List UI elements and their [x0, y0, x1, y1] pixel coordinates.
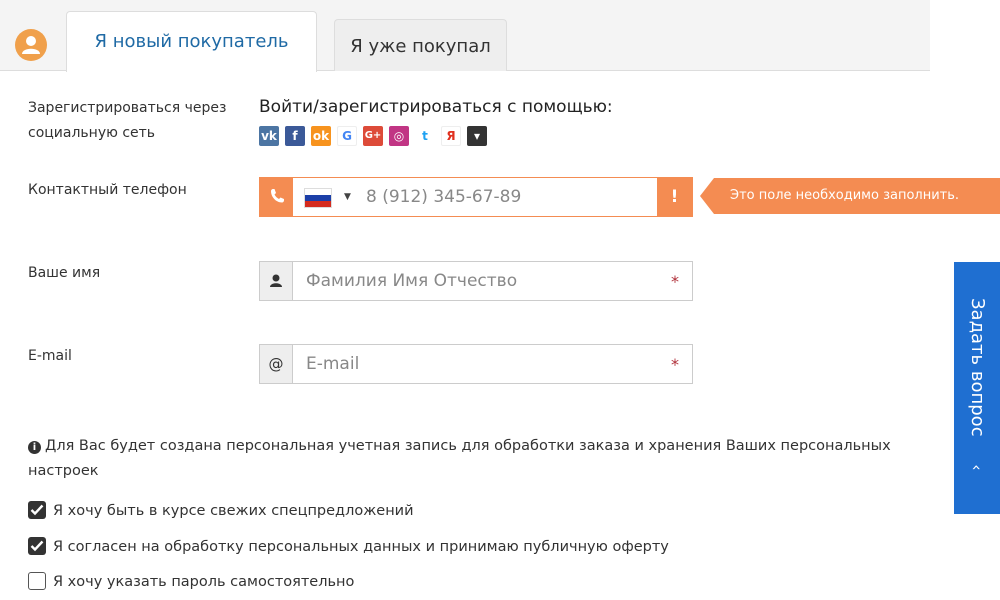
social-label: Зарегистрироваться через социальную сеть	[28, 100, 227, 141]
phone-input[interactable]: 8 (912) 345-67-89	[366, 178, 521, 216]
phone-icon	[271, 189, 284, 203]
name-input[interactable]: Фамилия Имя Отчество	[306, 262, 517, 300]
at-sign-icon: @	[260, 345, 293, 383]
facebook-icon[interactable]: f	[285, 126, 305, 146]
email-label: E-mail	[28, 348, 72, 364]
checkbox-checked-icon[interactable]	[28, 501, 46, 519]
info-icon: i	[28, 441, 41, 454]
phone-label: Контактный телефон	[28, 182, 187, 198]
instagram-icon[interactable]: ◎	[389, 126, 409, 146]
required-mark: *	[671, 355, 679, 374]
ask-question-button[interactable]: Задать вопрос ‹	[954, 262, 1000, 514]
twitter-icon[interactable]: t	[415, 126, 435, 146]
registration-panel: Я новый покупатель Я уже покупал Зарегис…	[0, 0, 1000, 600]
checkbox-label: Я хочу указать пароль самостоятельно	[53, 574, 355, 590]
account-info-text: Для Вас будет создана персональная учетн…	[28, 438, 891, 479]
ask-question-label: Задать вопрос	[967, 298, 988, 437]
checkbox-label: Я хочу быть в курсе свежих спецпредложен…	[53, 503, 414, 519]
tab-returning-customer[interactable]: Я уже покупал	[334, 19, 507, 71]
checkbox-unchecked-icon[interactable]	[28, 572, 46, 590]
social-title: Войти/зарегистрироваться с помощью:	[259, 97, 613, 117]
yandex-icon[interactable]: Я	[441, 126, 461, 146]
required-mark: *	[671, 272, 679, 291]
email-field[interactable]: @ E-mail *	[259, 344, 693, 384]
checkbox-checked-icon[interactable]	[28, 537, 46, 555]
name-field[interactable]: Фамилия Имя Отчество *	[259, 261, 693, 301]
chevron-left-icon: ‹	[967, 464, 987, 471]
person-icon	[260, 262, 293, 300]
country-dropdown-icon[interactable]: ▼	[344, 178, 351, 216]
name-label: Ваше имя	[28, 265, 101, 281]
account-info-note: i Для Вас будет создана персональная учет…	[28, 434, 908, 484]
google-icon[interactable]: G	[337, 126, 357, 146]
vk-icon[interactable]: vk	[259, 126, 279, 146]
tabs-bar: Я новый покупатель Я уже покупал	[0, 0, 930, 72]
more-dropdown-icon[interactable]: ▾	[467, 126, 487, 146]
odnoklassniki-icon[interactable]: ok	[311, 126, 331, 146]
validation-tooltip: Это поле необходимо заполнить.	[714, 178, 1000, 214]
user-icon	[15, 29, 47, 61]
tooltip-arrow	[700, 178, 714, 214]
phone-field[interactable]: ▼ 8 (912) 345-67-89 !	[259, 177, 693, 217]
russia-flag-icon[interactable]	[304, 188, 332, 208]
warning-icon: !	[657, 178, 692, 216]
email-input[interactable]: E-mail	[306, 345, 359, 383]
checkbox-label: Я согласен на обработку персональных дан…	[53, 539, 669, 555]
tab-new-customer[interactable]: Я новый покупатель	[66, 11, 317, 72]
phone-addon	[260, 178, 293, 216]
google-plus-icon[interactable]: G+	[363, 126, 383, 146]
